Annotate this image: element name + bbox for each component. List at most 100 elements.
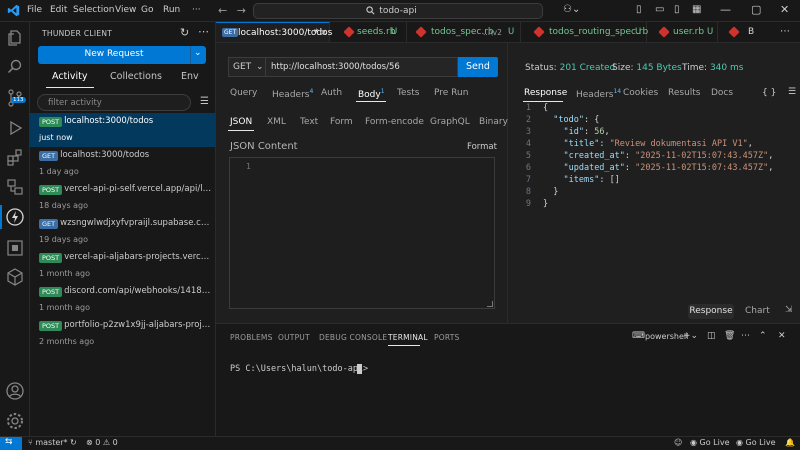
tab-headers[interactable]: Headers4 bbox=[272, 88, 313, 100]
url-input[interactable]: http://localhost:3000/todos/56 bbox=[266, 57, 458, 77]
toggle-secondary-sidebar-icon[interactable]: ▯ bbox=[674, 4, 680, 15]
body-tab-xml[interactable]: XML bbox=[267, 117, 286, 127]
activity-item[interactable]: GET localhost:3000/todos 1 day ago bbox=[30, 147, 216, 181]
back-arrow-icon[interactable]: ← bbox=[218, 4, 227, 17]
terminal-shell-name[interactable]: powershell bbox=[645, 332, 688, 341]
menu-go[interactable]: Go bbox=[141, 5, 153, 15]
braces-icon[interactable]: { } bbox=[762, 88, 776, 98]
tab-cookies[interactable]: Cookies bbox=[623, 88, 658, 98]
more-actions-icon[interactable]: ⋯ bbox=[741, 331, 750, 341]
close-tab-icon[interactable]: × bbox=[320, 28, 328, 38]
panel-tab-ports[interactable]: PORTS bbox=[434, 333, 459, 342]
tab-body[interactable]: Body1 bbox=[358, 88, 385, 100]
menu-more[interactable]: ··· bbox=[192, 5, 201, 15]
copilot-icon[interactable]: ⚇⌄ bbox=[563, 4, 580, 15]
chevron-down-icon[interactable]: ⌄ bbox=[194, 48, 202, 58]
menu-run[interactable]: Run bbox=[163, 5, 180, 15]
resize-grip-icon[interactable] bbox=[487, 301, 493, 307]
go-live-button-2[interactable]: ◉ Go Live bbox=[736, 438, 776, 447]
activity-item[interactable]: POST localhost:3000/todos just now bbox=[30, 113, 216, 147]
tab-tests[interactable]: Tests bbox=[397, 88, 419, 98]
tab-response[interactable]: Response bbox=[524, 88, 567, 98]
notifications-bell-icon[interactable]: 🔔 bbox=[785, 438, 795, 447]
package-icon[interactable] bbox=[5, 267, 25, 287]
trash-icon[interactable]: 🗑 bbox=[724, 331, 735, 341]
new-request-button[interactable]: New Request ⌄ bbox=[38, 46, 206, 64]
toggle-panel-icon[interactable]: ▭ bbox=[655, 4, 664, 15]
maximize-icon[interactable]: ▢ bbox=[751, 3, 761, 16]
search-icon[interactable] bbox=[5, 57, 25, 77]
body-tab-text[interactable]: Text bbox=[300, 117, 318, 127]
panel-tab-terminal[interactable]: TERMINAL bbox=[388, 333, 428, 342]
menu-file[interactable]: File bbox=[27, 5, 42, 15]
menu-icon[interactable]: ☰ bbox=[200, 96, 209, 107]
body-tab-graphql[interactable]: GraphQL bbox=[430, 117, 470, 127]
tab-docs[interactable]: Docs bbox=[711, 88, 733, 98]
copilot-status-icon[interactable]: ☺ bbox=[674, 438, 682, 447]
remote-indicator[interactable]: ⇆ bbox=[0, 437, 22, 450]
terminal-prompt[interactable]: PS C:\Users\halun\todo-api> bbox=[230, 364, 368, 374]
menu-icon[interactable]: ☰ bbox=[788, 87, 796, 97]
settings-gear-icon[interactable] bbox=[5, 411, 25, 431]
add-terminal-icon[interactable]: +⌄ bbox=[683, 331, 698, 341]
more-actions-icon[interactable]: ⋯ bbox=[198, 25, 209, 38]
minimize-icon[interactable]: — bbox=[720, 3, 731, 16]
activity-item[interactable]: POST vercel-api-pi-self.vercel.app/api/lo… bbox=[30, 181, 216, 215]
extensions-icon[interactable] bbox=[5, 148, 25, 168]
activity-item[interactable]: POSTdiscord.com/api/webhooks/14183999...… bbox=[30, 283, 216, 317]
filter-activity-input[interactable]: filter activity bbox=[37, 94, 191, 111]
tab-results[interactable]: Results bbox=[668, 88, 701, 98]
body-tab-form-encode[interactable]: Form-encode bbox=[365, 117, 424, 127]
body-tab-binary[interactable]: Binary bbox=[479, 117, 508, 127]
chart-view-button[interactable]: Chart bbox=[745, 306, 770, 316]
format-button[interactable]: Format bbox=[467, 142, 497, 152]
run-debug-icon[interactable] bbox=[5, 118, 25, 138]
activity-item[interactable]: POST portfolio-p2zw1x9jj-aljabars-project… bbox=[30, 317, 216, 351]
sync-icon[interactable]: ↻ bbox=[70, 438, 77, 447]
problems-indicator[interactable]: ⊗ 0 ⚠ 0 bbox=[86, 438, 118, 447]
body-tab-json[interactable]: JSON bbox=[230, 117, 252, 127]
panel-tab-output[interactable]: OUTPUT bbox=[278, 333, 310, 342]
forward-arrow-icon[interactable]: → bbox=[237, 4, 246, 17]
panel-tab-debug-console[interactable]: DEBUG CONSOLE bbox=[319, 333, 387, 342]
panel-tab-problems[interactable]: PROBLEMS bbox=[230, 333, 273, 342]
account-icon[interactable] bbox=[5, 381, 25, 401]
grid-extension-icon[interactable] bbox=[5, 238, 25, 258]
tab-collections[interactable]: Collections bbox=[110, 71, 162, 82]
method-select[interactable]: GET ⌄ bbox=[228, 57, 266, 77]
tab-seeds-rb[interactable]: seeds.rb U bbox=[330, 22, 407, 42]
split-terminal-icon[interactable]: ◫ bbox=[707, 331, 716, 341]
thunder-client-icon[interactable] bbox=[5, 207, 25, 227]
close-panel-icon[interactable]: ✕ bbox=[778, 331, 786, 341]
refresh-icon[interactable]: ↻ bbox=[180, 26, 189, 39]
json-body-editor[interactable]: 1 bbox=[229, 157, 495, 309]
send-button[interactable]: Send bbox=[458, 57, 498, 77]
remote-explorer-icon[interactable] bbox=[5, 177, 25, 197]
tab-todos-spec-rb[interactable]: todos_spec.rb ...\v2 U bbox=[407, 22, 521, 42]
tab-auth[interactable]: Auth bbox=[321, 88, 342, 98]
command-center[interactable]: todo-api bbox=[253, 3, 543, 19]
activity-item[interactable]: GETwzsngwlwdjxyfvpraijl.supabase.co/rest… bbox=[30, 215, 216, 249]
body-tab-form[interactable]: Form bbox=[330, 117, 353, 127]
menu-view[interactable]: View bbox=[115, 5, 136, 15]
menu-edit[interactable]: Edit bbox=[50, 5, 67, 15]
toggle-sidebar-icon[interactable]: ▯ bbox=[636, 4, 642, 15]
maximize-panel-icon[interactable]: ⌃ bbox=[759, 331, 767, 341]
activity-item[interactable]: POST vercel-api-aljabars-projects.vercel.… bbox=[30, 249, 216, 283]
tab-query[interactable]: Query bbox=[230, 88, 257, 98]
tab-response-headers[interactable]: Headers14 bbox=[576, 88, 621, 100]
tab-todos-routing-spec-rb[interactable]: todos_routing_spec.rb U bbox=[521, 22, 648, 42]
menu-selection[interactable]: Selection bbox=[73, 5, 114, 15]
tab-b[interactable]: B bbox=[718, 22, 768, 42]
more-tabs-icon[interactable]: ⋯ bbox=[780, 26, 790, 37]
close-window-icon[interactable]: ✕ bbox=[780, 3, 789, 16]
tab-activity[interactable]: Activity bbox=[52, 71, 88, 82]
tab-pre-run[interactable]: Pre Run bbox=[434, 88, 468, 98]
response-view-button[interactable]: Response bbox=[688, 304, 734, 319]
tab-localhost-todos[interactable]: GET localhost:3000/todos * × bbox=[216, 22, 332, 42]
tab-user-rb[interactable]: user.rb U bbox=[647, 22, 718, 42]
explorer-icon[interactable] bbox=[5, 28, 25, 48]
branch-indicator[interactable]: ⑂ master* bbox=[28, 438, 68, 447]
layout-icon[interactable]: ▦ bbox=[692, 4, 701, 15]
collapse-icon[interactable]: ⇲ bbox=[785, 305, 793, 315]
